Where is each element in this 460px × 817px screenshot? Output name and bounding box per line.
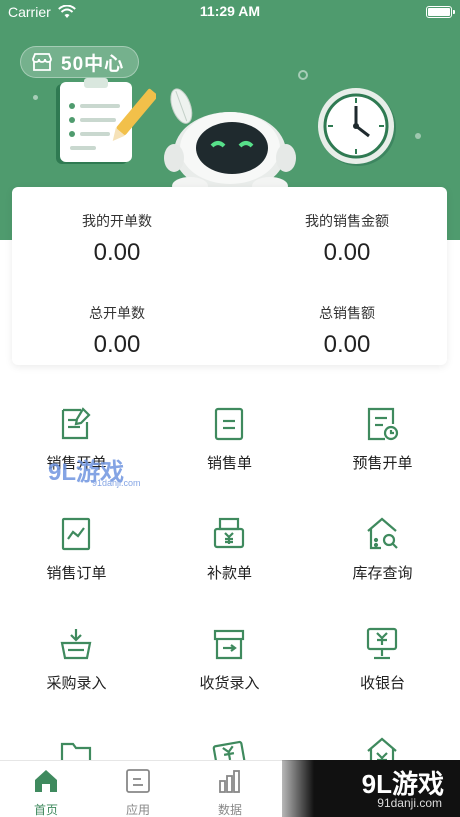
- status-bar: Carrier 11:29 AM: [0, 0, 460, 24]
- grid-label: 采购录入: [46, 674, 107, 692]
- trend-doc-icon: [61, 517, 91, 551]
- grid-label: 收银台: [359, 674, 405, 692]
- grid-label: 库存查询: [352, 564, 413, 582]
- stat-total-orders: 总开单数 0.00: [12, 303, 222, 359]
- grid-label: 销售单: [206, 454, 252, 472]
- tab-label: 首页: [33, 803, 58, 817]
- doc-clock-icon: [367, 407, 399, 441]
- stat-value: 0.00: [93, 331, 141, 358]
- basket-icon: [60, 629, 92, 660]
- robot-illustration: [164, 88, 296, 195]
- grid-label: 补款单: [206, 564, 252, 582]
- grid-item-presale-billing[interactable]: 预售开单: [306, 380, 459, 490]
- yen-printer-icon: [213, 517, 245, 549]
- grid-item-sales-order-doc[interactable]: 销售单: [153, 380, 306, 490]
- grid-label: 预售开单: [352, 454, 413, 472]
- stats-card: 我的开单数 0.00 我的销售金额 0.00 总开单数 0.00 总销售额 0.…: [12, 187, 447, 365]
- stat-label: 总开单数: [89, 306, 145, 322]
- app-icon: [126, 769, 150, 793]
- clock-illustration: [318, 88, 396, 166]
- stat-label: 总销售额: [319, 306, 375, 322]
- tab-label: 数据: [217, 803, 242, 817]
- stat-value: 0.00: [323, 331, 371, 358]
- grid-item-receiving-entry[interactable]: 收货录入: [153, 600, 306, 710]
- grid-item-sales-order[interactable]: 销售订单: [0, 490, 153, 600]
- stat-value: 0.00: [93, 239, 141, 266]
- center-badge[interactable]: 50中心: [20, 46, 140, 78]
- grid-item-purchase-entry[interactable]: 采购录入: [0, 600, 153, 710]
- grid-label: 收货录入: [199, 674, 260, 692]
- stat-label: 我的销售金额: [305, 214, 389, 230]
- stat-value: 0.00: [323, 239, 371, 266]
- center-badge-label: 50中心: [61, 53, 125, 75]
- status-time: 11:29 AM: [199, 3, 261, 19]
- stat-my-orders: 我的开单数 0.00: [12, 211, 222, 267]
- stat-label: 我的开单数: [82, 214, 152, 230]
- deco-dot: [33, 95, 38, 100]
- watermark-mid: 9L游戏 91danji.com: [48, 452, 141, 488]
- watermark-site: 91danji.com: [377, 796, 442, 810]
- stat-my-sales-amount: 我的销售金额 0.00: [242, 211, 452, 267]
- stat-total-sales: 总销售额 0.00: [242, 303, 452, 359]
- clipboard-illustration: [56, 78, 156, 164]
- battery-icon: [426, 6, 455, 18]
- chart-icon: [219, 770, 240, 793]
- tab-home[interactable]: 首页: [16, 767, 76, 817]
- home-icon: [35, 770, 57, 792]
- doc-icon: [214, 407, 244, 441]
- tab-label: 应用: [125, 803, 150, 817]
- grid-label: 销售订单: [46, 564, 107, 582]
- box-icon: [213, 629, 245, 660]
- tab-data[interactable]: 数据: [200, 767, 260, 817]
- watermark-mid-site: 91danji.com: [92, 478, 141, 488]
- cash-register-icon: [366, 627, 398, 660]
- watermark-bottom: 9L游戏 91danji.com: [282, 760, 460, 817]
- deco-dot: [298, 70, 308, 80]
- deco-dot: [415, 133, 421, 139]
- house-search-icon: [367, 517, 398, 550]
- grid-item-cashier[interactable]: 收银台: [306, 600, 459, 710]
- grid-item-supplement-payment[interactable]: 补款单: [153, 490, 306, 600]
- edit-doc-icon: [61, 407, 91, 440]
- store-icon: [32, 53, 52, 71]
- grid-item-inventory-query[interactable]: 库存查询: [306, 490, 459, 600]
- tab-apps[interactable]: 应用: [108, 767, 168, 817]
